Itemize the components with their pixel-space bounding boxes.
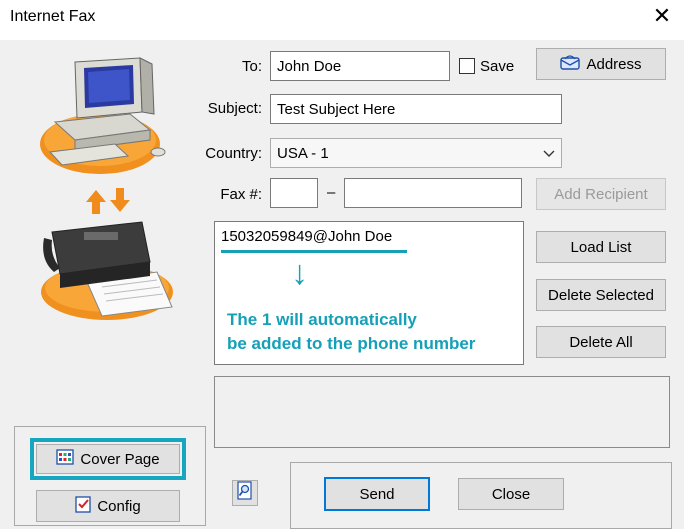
add-recipient-button[interactable]: Add Recipient <box>536 178 666 210</box>
to-label: To: <box>241 58 262 75</box>
annotation-line-1: The 1 will automatically <box>227 310 417 329</box>
checklist-icon <box>75 495 91 517</box>
subject-label: Subject: <box>207 100 262 117</box>
load-list-button[interactable]: Load List <box>536 231 666 263</box>
preview-button[interactable] <box>232 480 258 506</box>
fax-area-code-input[interactable] <box>270 178 318 208</box>
arrow-down-icon: ↓ <box>291 254 308 292</box>
computer-illustration <box>30 52 180 182</box>
cover-page-button[interactable]: Cover Page <box>36 444 180 474</box>
magnifier-page-icon <box>236 481 254 505</box>
list-item[interactable]: 15032059849@John Doe <box>221 228 392 245</box>
to-input[interactable]: John Doe <box>270 51 450 81</box>
highlight-underline <box>221 250 407 253</box>
envelope-icon <box>560 54 581 74</box>
config-button[interactable]: Config <box>36 490 180 522</box>
close-button[interactable]: Close <box>458 478 564 510</box>
fax-machine-illustration <box>32 212 182 324</box>
save-checkbox[interactable] <box>459 58 475 74</box>
message-area[interactable] <box>214 376 670 448</box>
fax-label: Fax #: <box>220 186 262 203</box>
cover-page-label: Cover Page <box>80 450 160 468</box>
send-button[interactable]: Send <box>324 477 430 511</box>
config-label: Config <box>97 497 141 515</box>
country-label: Country: <box>205 145 262 162</box>
delete-all-button[interactable]: Delete All <box>536 326 666 358</box>
fax-number-input[interactable] <box>344 178 522 208</box>
annotation-line-2: be added to the phone number <box>227 334 476 353</box>
save-checkbox-label: Save <box>480 58 515 75</box>
country-select[interactable]: USA - 1 <box>270 138 562 168</box>
subject-input[interactable]: Test Subject Here <box>270 94 562 124</box>
chevron-down-icon <box>543 145 555 162</box>
address-button[interactable]: Address <box>536 48 666 80</box>
country-select-value: USA - 1 <box>277 144 329 162</box>
delete-selected-button[interactable]: Delete Selected <box>536 279 666 311</box>
address-button-label: Address <box>586 55 642 73</box>
close-icon[interactable]: ✕ <box>648 2 676 30</box>
fax-dash: – <box>327 184 336 201</box>
recipient-list[interactable]: 15032059849@John Doe ↓ The 1 will automa… <box>214 221 524 365</box>
window-title: Internet Fax <box>10 8 96 25</box>
cover-page-icon <box>56 449 75 469</box>
